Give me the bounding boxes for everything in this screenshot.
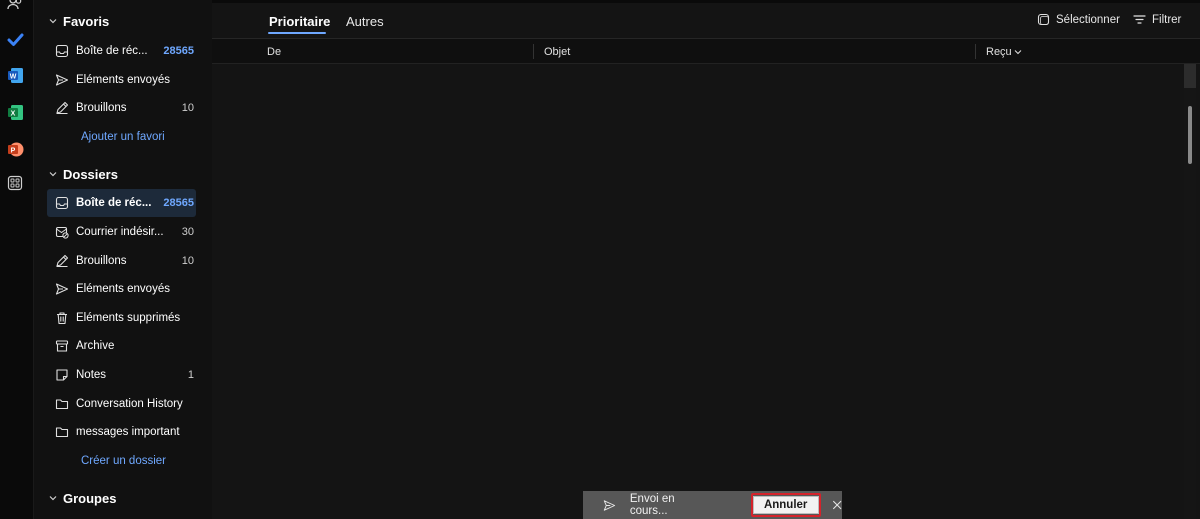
tab-focused[interactable]: Prioritaire: [269, 14, 330, 29]
message-list-pane: Prioritaire Autres Sélectionner Filtrer …: [212, 3, 1200, 519]
favorite-item-drafts[interactable]: Brouillons 10: [47, 94, 196, 122]
folder-label: Conversation History: [76, 398, 183, 410]
folders-title: Dossiers: [63, 166, 118, 182]
favorite-label: Éléments envoyés: [76, 74, 170, 86]
column-headers: De Objet Reçu: [212, 39, 1200, 64]
powerpoint-letter: P: [10, 147, 15, 154]
message-list: [212, 64, 1200, 519]
tab-other[interactable]: Autres: [346, 14, 384, 29]
folder-label: Brouillons: [76, 255, 127, 267]
folder-pane: Favoris Boîte de réc... 28565 Éléments e…: [34, 0, 212, 519]
column-divider[interactable]: [975, 44, 976, 59]
column-from[interactable]: De: [267, 46, 281, 58]
cancel-highlight: Annuler: [750, 493, 821, 517]
folder-label: Boîte de réc...: [76, 197, 152, 209]
send-icon: [603, 499, 616, 511]
filter-label: Filtrer: [1152, 13, 1182, 26]
inbox-icon: [55, 196, 69, 210]
folder-item-drafts[interactable]: Brouillons 10: [47, 247, 196, 275]
apps-icon[interactable]: [6, 174, 24, 192]
favorites-title: Favoris: [63, 13, 110, 29]
filter-button[interactable]: Filtrer: [1133, 13, 1181, 26]
folder-label: messages important: [76, 426, 180, 438]
folders-header[interactable]: Dossiers: [48, 164, 118, 184]
column-received-label: Reçu: [986, 46, 1012, 58]
draft-icon: [56, 101, 69, 114]
item-count: 1: [187, 369, 194, 381]
item-count: 30: [181, 226, 194, 238]
send-icon: [55, 74, 69, 86]
chevron-down-icon: [49, 19, 57, 24]
people-icon[interactable]: [6, 0, 24, 12]
word-letter: W: [9, 73, 16, 80]
draft-icon: [56, 254, 69, 267]
add-favorite-link[interactable]: Ajouter un favori: [81, 131, 165, 143]
archive-icon: [55, 340, 69, 352]
select-label: Sélectionner: [1056, 13, 1120, 26]
folder-label: Éléments envoyés: [76, 283, 170, 295]
inbox-tabs: Prioritaire Autres Sélectionner Filtrer: [212, 3, 1200, 39]
folder-item-sent[interactable]: Éléments envoyés: [47, 275, 196, 303]
column-received[interactable]: Reçu: [986, 46, 1022, 58]
groups-title: Groupes: [63, 490, 117, 506]
folder-item-notes[interactable]: Notes 1: [47, 361, 196, 389]
column-subject[interactable]: Objet: [544, 46, 570, 58]
cancel-button[interactable]: Annuler: [752, 496, 819, 514]
sending-toast: Envoi en cours... Annuler: [583, 491, 842, 519]
folder-icon: [55, 399, 69, 410]
word-icon[interactable]: W: [6, 66, 24, 84]
filter-icon: [1133, 15, 1146, 24]
folder-label: Notes: [76, 369, 107, 381]
folder-label: Courrier indésir...: [76, 226, 164, 238]
groups-header[interactable]: Groupes: [48, 488, 116, 508]
send-icon: [55, 283, 69, 295]
unread-count: 28565: [163, 45, 194, 57]
active-tab-indicator: [268, 32, 326, 34]
favorite-item-sent[interactable]: Éléments envoyés: [47, 66, 196, 94]
inbox-icon: [55, 44, 69, 58]
app-rail: W X P: [0, 0, 34, 519]
folder-item-important-messages[interactable]: messages important: [47, 418, 196, 446]
chevron-down-icon: [49, 172, 57, 177]
select-button[interactable]: Sélectionner: [1037, 13, 1120, 26]
create-folder-link[interactable]: Créer un dossier: [81, 455, 166, 467]
folder-icon: [55, 427, 69, 438]
column-divider[interactable]: [533, 44, 534, 59]
folder-item-inbox[interactable]: Boîte de réc... 28565: [47, 189, 196, 217]
folder-item-archive[interactable]: Archive: [47, 332, 196, 360]
chevron-down-icon: [49, 496, 57, 501]
junk-icon: [55, 226, 69, 239]
excel-icon[interactable]: X: [6, 103, 24, 121]
scrollbar-up-area[interactable]: [1184, 64, 1196, 88]
close-icon[interactable]: [832, 499, 842, 511]
folder-label: Archive: [76, 340, 115, 352]
item-count: 10: [181, 255, 194, 267]
select-icon: [1037, 13, 1050, 26]
chevron-down-icon: [1014, 50, 1022, 55]
folder-item-deleted[interactable]: Éléments supprimés: [47, 304, 196, 332]
unread-count: 28565: [163, 197, 194, 209]
item-count: 10: [181, 102, 194, 114]
scrollbar-thumb[interactable]: [1188, 106, 1192, 164]
favorite-label: Boîte de réc...: [76, 45, 148, 57]
favorite-item-inbox[interactable]: Boîte de réc... 28565: [47, 37, 196, 65]
note-icon: [56, 369, 68, 381]
toast-message: Envoi en cours...: [629, 493, 675, 517]
excel-letter: X: [10, 110, 15, 117]
folder-label: Éléments supprimés: [76, 312, 181, 324]
folder-item-junk[interactable]: Courrier indésir... 30: [47, 218, 196, 246]
folder-item-conversation-history[interactable]: Conversation History: [47, 390, 196, 418]
favorite-label: Brouillons: [76, 102, 127, 114]
trash-icon: [57, 312, 67, 325]
powerpoint-icon[interactable]: P: [6, 140, 24, 158]
todo-icon[interactable]: [6, 30, 24, 48]
favorites-header[interactable]: Favoris: [48, 11, 109, 31]
